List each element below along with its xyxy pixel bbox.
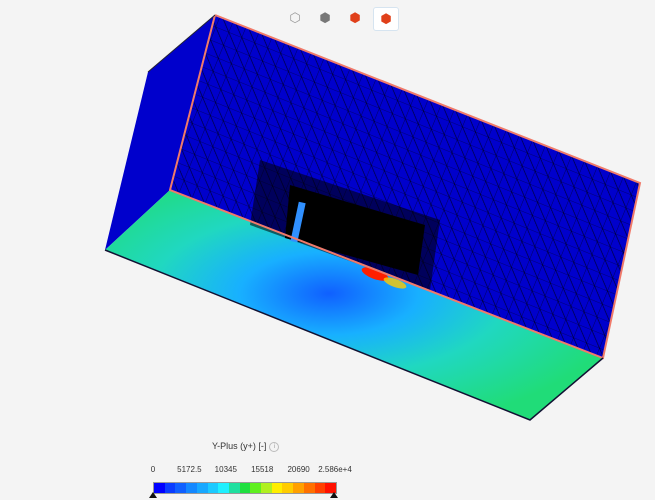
colorbar-segment [250, 483, 262, 493]
cube-mesh-red-icon: ⬢ [349, 10, 361, 25]
colorbar-tick-label: 15518 [251, 465, 274, 474]
colorbar-segment [314, 483, 326, 493]
colorbar-segment [207, 483, 219, 493]
colorbar [153, 482, 337, 494]
view-mesh-button[interactable]: ⬢ [343, 7, 367, 29]
legend-title: Y-Plus (y+) [-] i [212, 441, 280, 452]
colorbar-tick-label: 10345 [214, 465, 237, 474]
info-icon[interactable]: i [269, 441, 280, 452]
colorbar-tick-label: 0 [150, 465, 156, 474]
view-solid-button[interactable]: ⬢ [313, 7, 337, 29]
cube-outline-icon: ⬡ [289, 10, 301, 25]
colorbar-segment [261, 483, 272, 493]
3d-viewport[interactable] [0, 0, 655, 500]
range-max-handle[interactable] [330, 492, 338, 498]
colorbar-segment [186, 483, 197, 493]
colorbar-segment [293, 483, 304, 493]
colorbar-segment [282, 483, 294, 493]
cube-solid-icon: ⬢ [319, 10, 331, 25]
colorbar-tick-label: 20690 [287, 465, 310, 474]
range-min-handle[interactable] [149, 492, 157, 498]
colorbar-segment [271, 483, 283, 493]
colorbar-tick-label: 2.586e+4 [318, 465, 352, 474]
view-surface-button[interactable]: ⬢ [373, 7, 399, 31]
colorbar-tick-label: 5172.5 [177, 465, 202, 474]
colorbar-segment [239, 483, 251, 493]
colorbar-segment [196, 483, 208, 493]
colorbar-segment [228, 483, 240, 493]
colorbar-segment [303, 483, 315, 493]
view-outline-button[interactable]: ⬡ [283, 7, 307, 29]
colorbar-segment [218, 483, 229, 493]
legend-title-text: Y-Plus (y+) [-] [212, 441, 267, 451]
colorbar-segment [175, 483, 187, 493]
cube-surface-red-icon: ⬢ [380, 11, 392, 26]
view-toolbar: ⬡ ⬢ ⬢ ⬢ [283, 7, 399, 31]
colorbar-segment [164, 483, 176, 493]
